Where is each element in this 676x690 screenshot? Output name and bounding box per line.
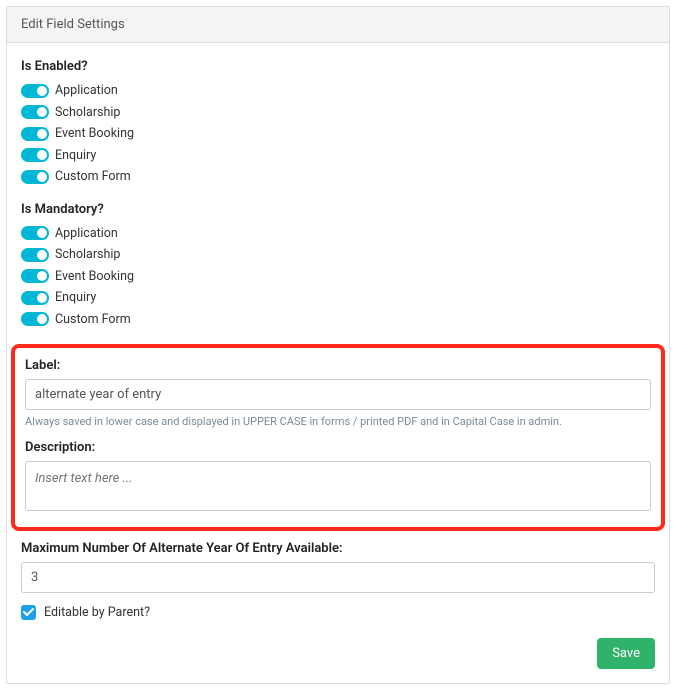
toggle-label: Event Booking: [55, 125, 134, 143]
toggle-enabled-custom-form[interactable]: [21, 170, 49, 184]
check-icon: [23, 607, 34, 618]
toggle-row-scholarship: Scholarship: [21, 246, 655, 264]
max-number-title: Maximum Number Of Alternate Year Of Entr…: [21, 541, 655, 556]
toggle-mandatory-enquiry[interactable]: [21, 291, 49, 305]
toggle-mandatory-custom-form[interactable]: [21, 312, 49, 326]
editable-by-parent-row: Editable by Parent?: [21, 605, 655, 620]
toggle-label: Application: [55, 225, 118, 243]
toggle-enabled-scholarship[interactable]: [21, 105, 49, 119]
toggle-mandatory-application[interactable]: [21, 226, 49, 240]
panel-header: Edit Field Settings: [7, 7, 669, 43]
toggle-row-scholarship: Scholarship: [21, 104, 655, 122]
toggle-row-event-booking: Event Booking: [21, 125, 655, 143]
is-mandatory-heading: Is Mandatory?: [21, 202, 655, 217]
toggle-enabled-event-booking[interactable]: [21, 127, 49, 141]
description-field-title: Description:: [25, 440, 651, 455]
toggle-mandatory-scholarship[interactable]: [21, 248, 49, 262]
description-field-block: Description:: [25, 440, 651, 515]
toggle-label: Custom Form: [55, 168, 131, 186]
max-number-field-block: Maximum Number Of Alternate Year Of Entr…: [21, 541, 655, 593]
toggle-row-enquiry: Enquiry: [21, 289, 655, 307]
toggle-label: Scholarship: [55, 104, 120, 122]
settings-panel: Edit Field Settings Is Enabled? Applicat…: [6, 6, 670, 684]
toggle-row-application: Application: [21, 82, 655, 100]
is-mandatory-list: Application Scholarship Event Booking En…: [21, 225, 655, 329]
toggle-label: Event Booking: [55, 268, 134, 286]
is-enabled-heading: Is Enabled?: [21, 59, 655, 74]
description-input[interactable]: [25, 461, 651, 511]
toggle-row-application: Application: [21, 225, 655, 243]
toggle-row-event-booking: Event Booking: [21, 268, 655, 286]
footer: Save: [21, 638, 655, 669]
toggle-label: Scholarship: [55, 246, 120, 264]
highlight-box: Label: Always saved in lower case and di…: [11, 344, 665, 531]
is-enabled-list: Application Scholarship Event Booking En…: [21, 82, 655, 186]
panel-title: Edit Field Settings: [21, 17, 125, 32]
toggle-row-enquiry: Enquiry: [21, 147, 655, 165]
label-help-text: Always saved in lower case and displayed…: [25, 415, 651, 428]
toggle-label: Enquiry: [55, 147, 96, 165]
toggle-enabled-application[interactable]: [21, 84, 49, 98]
label-field-block: Label: Always saved in lower case and di…: [25, 358, 651, 428]
label-field-title: Label:: [25, 358, 651, 373]
toggle-row-custom-form: Custom Form: [21, 168, 655, 186]
toggle-mandatory-event-booking[interactable]: [21, 269, 49, 283]
toggle-row-custom-form: Custom Form: [21, 311, 655, 329]
max-number-input[interactable]: [21, 562, 655, 593]
toggle-label: Application: [55, 82, 118, 100]
editable-by-parent-label: Editable by Parent?: [44, 605, 150, 620]
toggle-label: Custom Form: [55, 311, 131, 329]
save-button[interactable]: Save: [597, 638, 655, 669]
label-input[interactable]: [25, 379, 651, 410]
toggle-enabled-enquiry[interactable]: [21, 148, 49, 162]
editable-by-parent-checkbox[interactable]: [21, 605, 36, 620]
panel-body: Is Enabled? Application Scholarship Even…: [7, 43, 669, 683]
toggle-label: Enquiry: [55, 289, 96, 307]
